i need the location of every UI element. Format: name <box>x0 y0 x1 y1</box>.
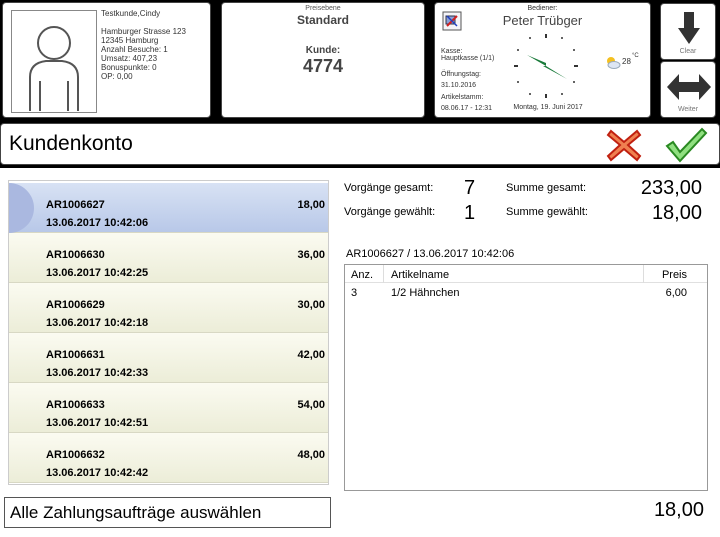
current-date: Montag, 19. Juni 2017 <box>513 104 583 111</box>
col-divider <box>643 265 644 283</box>
order-amount: 42,00 <box>297 349 325 361</box>
select-all-button[interactable]: Alle Zahlungsaufträge auswählen <box>4 497 331 528</box>
sum-total-label: Summe gesamt: <box>506 182 587 194</box>
arrow-down-icon <box>678 12 700 44</box>
detail-heading: AR1006627 / 13.06.2017 10:42:06 <box>346 248 515 260</box>
price-level-label: Preisebene <box>305 5 341 12</box>
footer-total: 18,00 <box>653 499 704 521</box>
price-level-panel[interactable]: Preisebene Standard Kunde: 4774 <box>221 2 425 118</box>
temperature-unit: °C <box>632 53 639 59</box>
operator-panel[interactable]: Bediener: Peter Trübger Kasse: Hauptkass… <box>434 2 651 118</box>
opening-day-label: Öffnungstag: <box>441 71 481 78</box>
order-id: AR1006627 <box>46 199 105 211</box>
order-id: AR1006630 <box>46 249 105 261</box>
order-row[interactable]: AR1006629 13.06.2017 10:42:18 30,00 <box>9 283 328 333</box>
clock-icon <box>513 33 579 99</box>
total-count-label: Vorgänge gesamt: <box>344 182 434 194</box>
customer-avatar <box>11 10 97 113</box>
clear-button[interactable]: Clear <box>660 3 716 60</box>
customer-number: 4774 <box>302 56 344 76</box>
order-datetime: 13.06.2017 10:42:06 <box>46 217 149 229</box>
order-row[interactable]: AR1006631 13.06.2017 10:42:33 42,00 <box>9 333 328 383</box>
sum-total: 233,00 <box>640 177 702 199</box>
customer-city: 12345 Hamburg <box>101 36 159 45</box>
order-datetime: 13.06.2017 10:42:33 <box>46 367 149 379</box>
col-divider <box>383 265 384 283</box>
col-qty-header: Anz. <box>351 269 374 281</box>
order-datetime: 13.06.2017 10:42:42 <box>46 467 149 479</box>
article-master-label: Artikelstamm: <box>441 94 484 101</box>
clear-label: Clear <box>679 48 697 55</box>
arrows-left-right-icon <box>667 74 711 100</box>
customer-name: Testkunde,Cindy <box>101 9 161 18</box>
order-row[interactable]: AR1006633 13.06.2017 10:42:51 54,00 <box>9 383 328 433</box>
sum-selected: 18,00 <box>651 202 702 224</box>
order-row[interactable]: AR1006632 13.06.2017 10:42:42 48,00 <box>9 433 328 483</box>
order-amount: 48,00 <box>297 449 325 461</box>
temperature: 28 <box>622 57 631 66</box>
order-amount: 18,00 <box>297 199 325 211</box>
order-id: AR1006629 <box>46 299 105 311</box>
selection-marker-icon <box>9 183 34 233</box>
order-detail-table[interactable]: Anz. Artikelname Preis 3 1/2 Hähnchen 6,… <box>344 264 708 491</box>
order-datetime: 13.06.2017 10:42:51 <box>46 417 149 429</box>
total-count: 7 <box>464 177 476 199</box>
confirm-check-icon <box>665 127 708 163</box>
customer-visits: Anzahl Besuche: 1 <box>101 45 168 54</box>
title-bar: Kundenkonto <box>0 123 720 165</box>
order-amount: 54,00 <box>297 399 325 411</box>
item-qty: 3 <box>351 287 358 299</box>
order-datetime: 13.06.2017 10:42:18 <box>46 317 149 329</box>
article-master-value: 08.06.17 - 12:31 <box>441 105 492 112</box>
page-title: Kundenkonto <box>9 132 133 155</box>
customer-street: Hamburger Strasse 123 <box>101 27 186 36</box>
operator-label: Bediener: <box>527 5 558 12</box>
kasse-label: Kasse: <box>441 48 463 55</box>
cancel-x-icon <box>606 129 642 162</box>
order-amount: 36,00 <box>297 249 325 261</box>
selected-count: 1 <box>464 202 476 224</box>
kasse-value: Hauptkasse (1/1) <box>441 55 495 62</box>
order-id: AR1006631 <box>46 349 105 361</box>
customer-revenue: Umsatz: 407,23 <box>101 54 158 63</box>
order-id: AR1006633 <box>46 399 105 411</box>
item-name: 1/2 Hähnchen <box>391 287 460 299</box>
cancel-button[interactable] <box>605 127 643 163</box>
order-id: AR1006632 <box>46 449 105 461</box>
confirm-button[interactable] <box>664 127 708 163</box>
next-button[interactable]: Weiter <box>660 61 716 118</box>
sum-selected-label: Summe gewählt: <box>506 206 588 218</box>
col-price-header: Preis <box>661 269 687 281</box>
customer-bonus: Bonuspunkte: 0 <box>101 63 157 72</box>
item-price: 6,00 <box>665 287 687 299</box>
selected-count-label: Vorgänge gewählt: <box>344 206 436 218</box>
customer-panel[interactable]: Testkunde,Cindy Hamburger Strasse 123 12… <box>2 2 211 118</box>
customer-op: OP: 0,00 <box>101 72 133 81</box>
operator-name: Peter Trübger <box>502 13 583 28</box>
order-row[interactable]: AR1006627 13.06.2017 10:42:06 18,00 <box>9 183 328 233</box>
weather-sun-icon <box>603 55 621 69</box>
next-label: Weiter <box>677 106 699 113</box>
order-list[interactable]: AR1006627 13.06.2017 10:42:06 18,00 AR10… <box>8 180 329 485</box>
order-row[interactable]: AR1006630 13.06.2017 10:42:25 36,00 <box>9 233 328 283</box>
customer-number-label: Kunde: <box>305 45 341 56</box>
order-amount: 30,00 <box>297 299 325 311</box>
col-name-header: Artikelname <box>391 269 450 281</box>
person-icon <box>29 26 79 111</box>
price-level-value: Standard <box>296 13 349 27</box>
order-datetime: 13.06.2017 10:42:25 <box>46 267 149 279</box>
opening-day-value: 31.10.2016 <box>441 82 477 89</box>
